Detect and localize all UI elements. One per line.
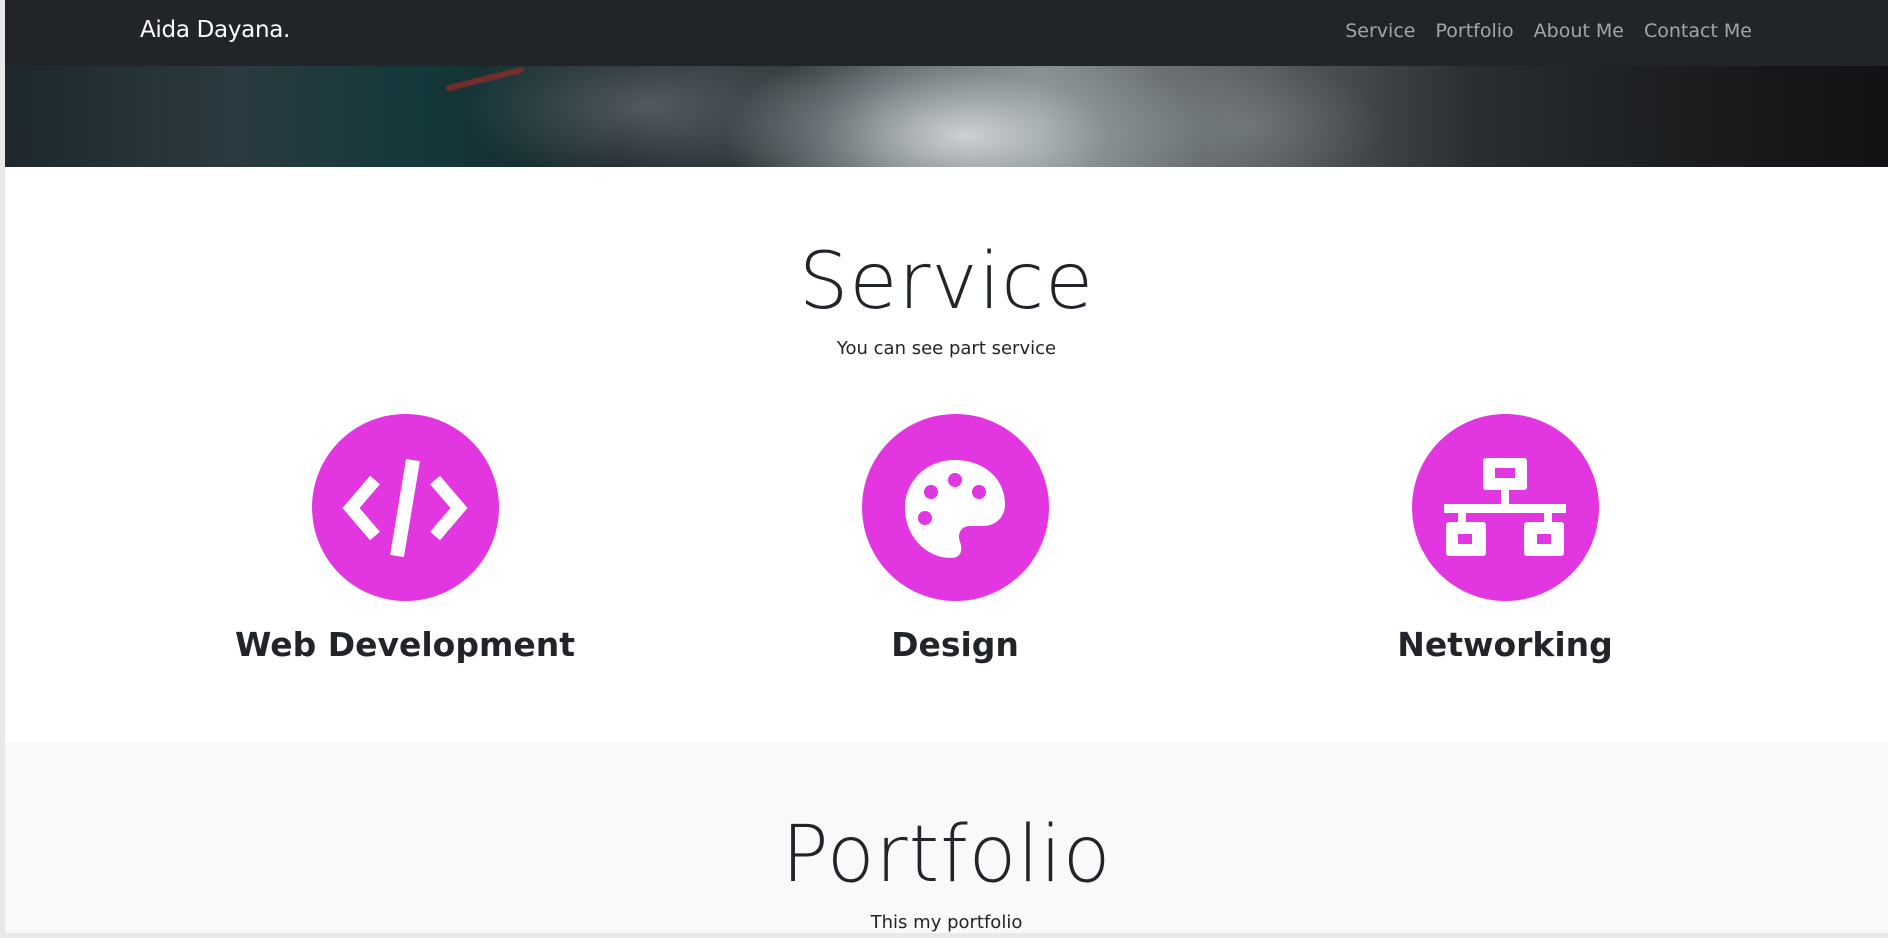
nav-link-portfolio[interactable]: Portfolio <box>1435 20 1513 42</box>
hero-image <box>5 66 1888 167</box>
service-name: Web Development <box>234 625 576 664</box>
service-item-networking: Networking <box>1305 414 1705 664</box>
window-bottom-edge <box>0 933 1888 938</box>
palette-icon <box>905 459 1005 558</box>
portfolio-section: Portfolio This my portfolio <box>5 742 1888 933</box>
code-icon <box>342 458 468 557</box>
portfolio-subtitle: This my portfolio <box>870 912 1023 933</box>
nav-links: Service Portfolio About Me Contact Me <box>1345 20 1752 42</box>
nav-link-service[interactable]: Service <box>1345 20 1415 42</box>
nav-link-contact-me[interactable]: Contact Me <box>1644 20 1752 42</box>
service-name: Networking <box>1397 625 1613 664</box>
portfolio-title: Portfolio <box>781 810 1112 900</box>
service-section: Service You can see part service Web Dev… <box>5 167 1888 742</box>
service-circle <box>861 414 1049 601</box>
service-circle <box>1411 414 1599 601</box>
brand-logo[interactable]: Aida Dayana. <box>140 17 290 43</box>
service-subtitle: You can see part service <box>836 338 1057 359</box>
navbar: Aida Dayana. Service Portfolio About Me … <box>5 0 1888 66</box>
service-circle <box>311 414 499 601</box>
page: Aida Dayana. Service Portfolio About Me … <box>5 0 1888 933</box>
network-icon <box>1444 457 1566 556</box>
nav-link-about-me[interactable]: About Me <box>1534 20 1624 42</box>
service-item-web-development: Web Development <box>205 414 605 664</box>
service-item-design: Design <box>755 414 1155 664</box>
hero-image-detail <box>445 66 525 92</box>
service-title: Service <box>798 237 1095 327</box>
service-name: Design <box>891 625 1019 664</box>
